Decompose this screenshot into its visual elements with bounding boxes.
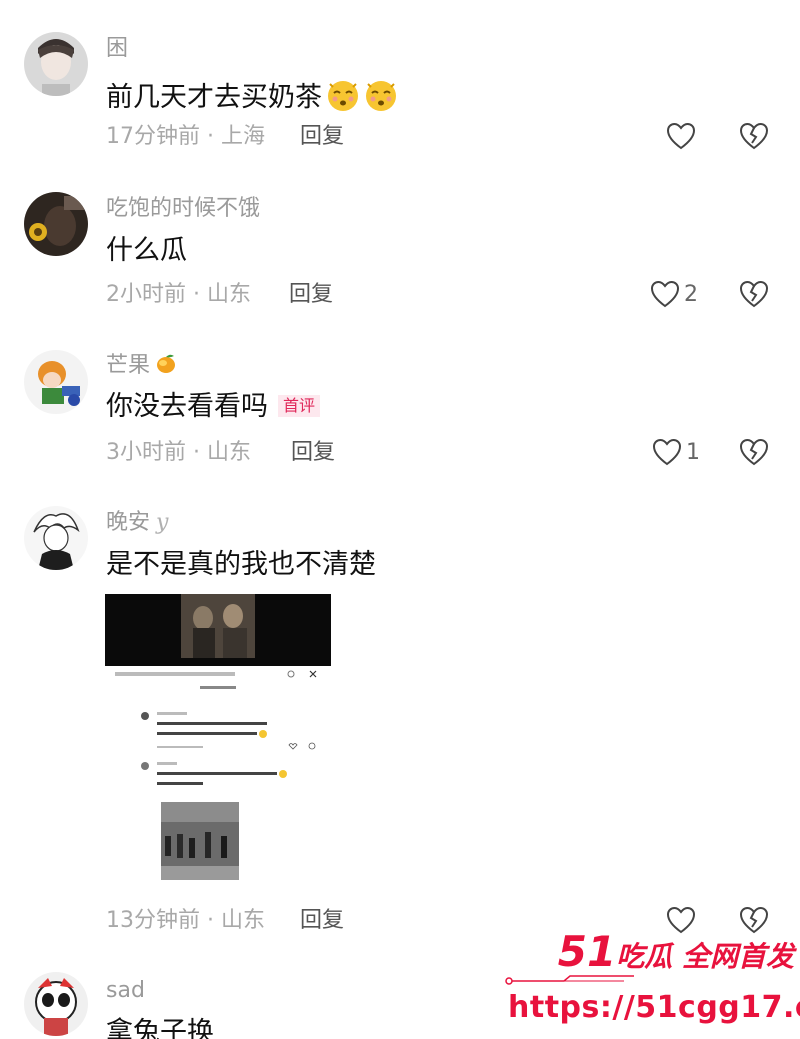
comment-item: 芒果 你没去看看吗 首评 3小时前 · 山东 回复 1 [0, 330, 800, 490]
avatar[interactable] [24, 506, 88, 570]
embedded-comment-panel [105, 666, 331, 900]
watermark-brand-number: 51 [557, 927, 617, 976]
broken-heart-icon [739, 438, 769, 466]
first-comment-badge: 首评 [278, 395, 321, 417]
avatar[interactable] [24, 350, 88, 414]
heart-icon [652, 438, 682, 466]
dislike-button[interactable] [738, 121, 770, 151]
user-avatar-image [24, 350, 88, 414]
comment-text: 是不是真的我也不清楚 [106, 549, 376, 580]
comment-list: 困 前几天才去买奶茶 17分钟前 · 上海 回复 吃饱的时候不饿 什么瓜 2小时… [0, 0, 800, 1039]
comment-text: 拿兔子换 [106, 1017, 214, 1039]
comment-attached-image[interactable] [105, 594, 331, 900]
like-button[interactable] [666, 122, 696, 150]
reply-button[interactable]: 回复 [300, 124, 344, 150]
like-count: 2 [684, 281, 698, 307]
username[interactable]: 困 [106, 36, 128, 62]
comment-item: 困 前几天才去买奶茶 17分钟前 · 上海 回复 [0, 0, 800, 170]
watermark-brand: 51吃瓜 全网首发 [558, 930, 794, 979]
comment-meta: 17分钟前 · 上海 [106, 124, 265, 149]
moon-signature-icon: y [156, 510, 169, 535]
username-text: 芒果 [106, 353, 151, 378]
comment-text-value: 你没去看看吗 [106, 391, 268, 422]
avatar[interactable] [24, 972, 88, 1036]
comment-text: 前几天才去买奶茶 [106, 78, 398, 115]
username[interactable]: 芒果 [106, 352, 178, 379]
video-thumbnail [105, 594, 331, 666]
broken-heart-icon [739, 280, 769, 308]
username[interactable]: 吃饱的时候不饿 [106, 196, 260, 222]
broken-heart-icon [739, 122, 769, 150]
username[interactable]: sad [106, 978, 145, 1004]
username[interactable]: 晚安 y [106, 510, 168, 536]
user-avatar-image [24, 32, 88, 96]
emoji-icon [366, 81, 396, 111]
dislike-button[interactable] [738, 279, 770, 309]
like-button[interactable]: 2 [650, 280, 698, 308]
watermark-brand-text: 吃瓜 全网首发 [616, 940, 794, 973]
reply-button[interactable]: 回复 [300, 908, 344, 934]
heart-icon [666, 122, 696, 150]
user-avatar-image [24, 192, 88, 256]
comment-meta: 13分钟前 · 山东 [106, 908, 265, 933]
user-avatar-image [24, 506, 88, 570]
comment-text-value: 前几天才去买奶茶 [106, 82, 322, 113]
like-button[interactable]: 1 [652, 438, 700, 466]
video-frame-picture [181, 594, 255, 658]
watermark-url: https://51cgg17.com [508, 990, 800, 1025]
comment-meta: 2小时前 · 山东 [106, 282, 251, 307]
video-frame [181, 594, 255, 658]
username-text: 晚安 [106, 510, 151, 535]
reply-button[interactable]: 回复 [289, 282, 333, 308]
emoji-icon [328, 81, 358, 111]
site-watermark: 51吃瓜 全网首发 https://51cgg17.com [500, 930, 800, 1039]
heart-icon [650, 280, 680, 308]
like-count: 1 [686, 439, 700, 465]
comment-meta: 3小时前 · 山东 [106, 440, 251, 465]
mango-icon [157, 354, 176, 373]
comment-text: 什么瓜 [106, 235, 187, 266]
avatar[interactable] [24, 32, 88, 96]
comment-item: 吃饱的时候不饿 什么瓜 2小时前 · 山东 回复 2 [0, 170, 800, 330]
circuit-decoration-icon [505, 975, 634, 985]
avatar[interactable] [24, 192, 88, 256]
dislike-button[interactable] [738, 437, 770, 467]
user-avatar-image [24, 972, 88, 1036]
reply-button[interactable]: 回复 [291, 440, 335, 466]
comment-text: 你没去看看吗 首评 [106, 390, 321, 424]
embedded-comment-screenshot [105, 666, 331, 900]
